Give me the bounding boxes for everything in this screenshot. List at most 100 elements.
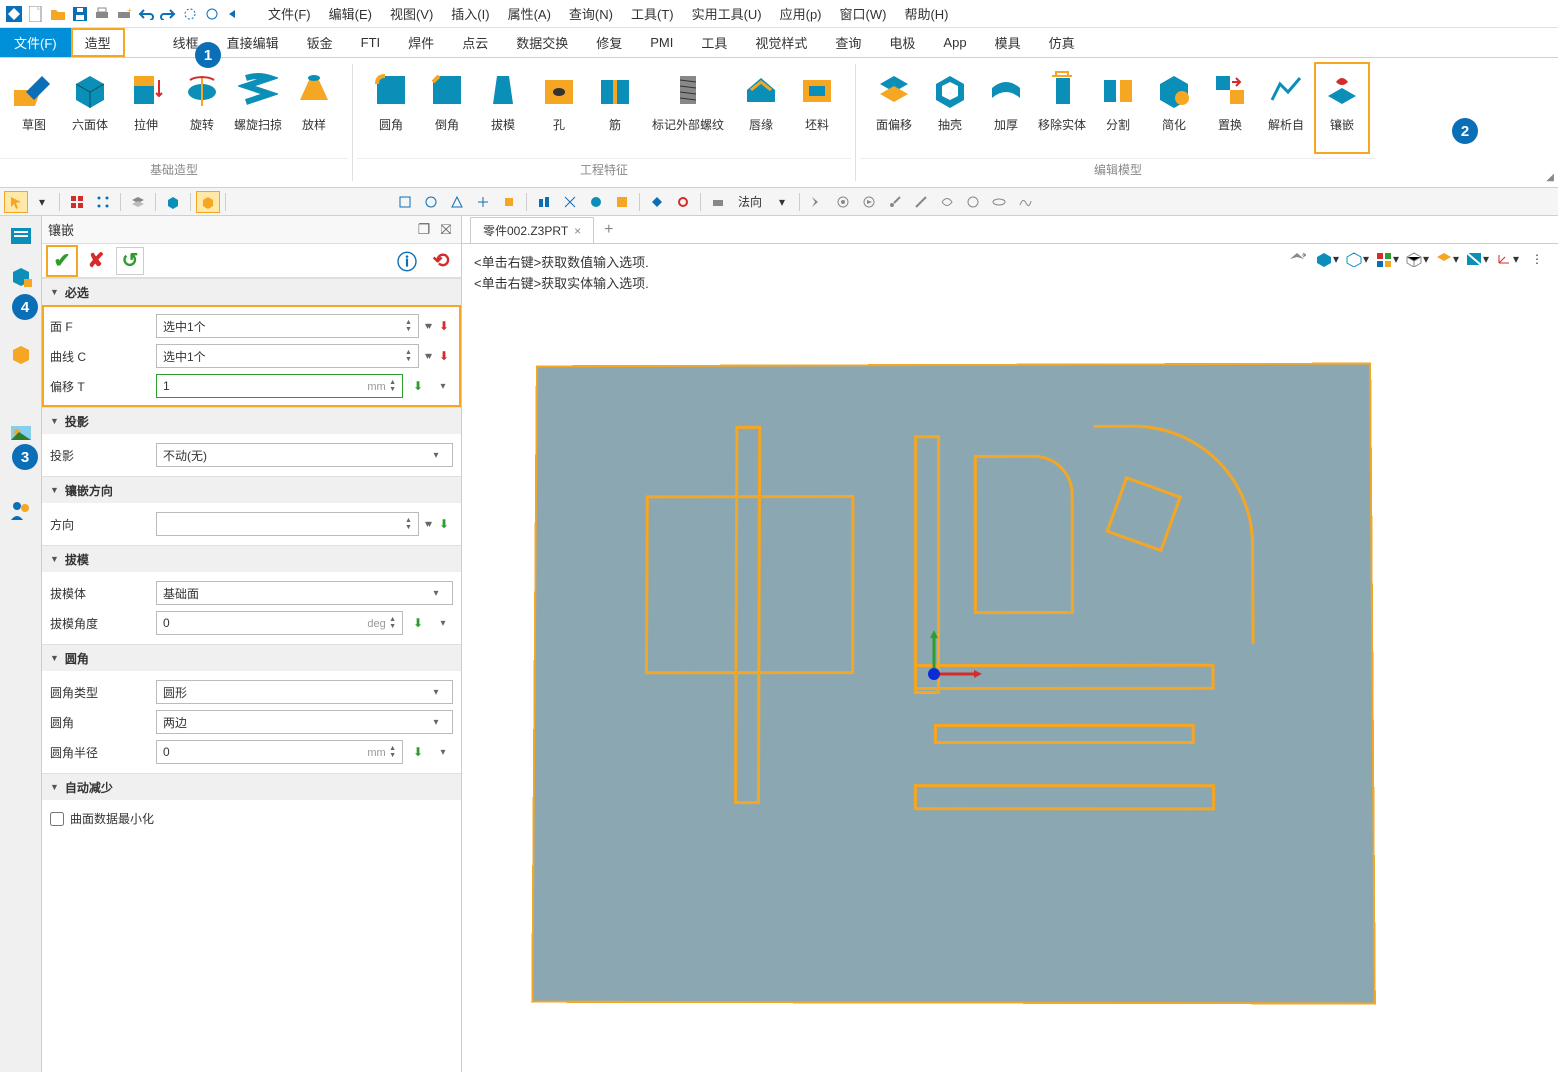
ribbon-tab-data[interactable]: 数据交换 [502,28,582,57]
ribbon-tab-appstore[interactable]: App [929,28,980,57]
btn-helix[interactable]: 螺旋扫掠 [230,62,286,154]
ribbon-tab-pmi[interactable]: PMI [636,28,687,57]
qb-i4[interactable] [471,191,495,213]
vt-cs-icon[interactable]: ▾ [1494,248,1520,270]
vt-color-icon[interactable]: ▾ [1374,248,1400,270]
viewport-tab[interactable]: 零件002.Z3PRT × [470,217,594,243]
input-curve[interactable]: 选中1个▲▼ [156,344,419,368]
rail-users-icon[interactable] [5,494,37,526]
input-offset[interactable]: 1mm ▲▼ [156,374,403,398]
ribbon-tab-vis[interactable]: 视觉样式 [741,28,821,57]
qb-r6[interactable] [935,191,959,213]
btn-draft[interactable]: 拔模 [475,62,531,154]
input-filletside[interactable]: 两边▾ [156,710,453,734]
print-plus-icon[interactable]: + [114,4,134,24]
dash-circle-icon[interactable] [180,4,200,24]
offset-dd[interactable]: ▾ [433,381,453,392]
offset-pick-icon[interactable]: ⬇ [409,377,427,395]
viewport-canvas[interactable] [462,302,1558,1072]
section-hdr-draft[interactable]: 拔模 [42,546,461,572]
btn-fillet[interactable]: 圆角 [363,62,419,154]
qb-i7[interactable] [558,191,582,213]
input-draftbody[interactable]: 基础面▾ [156,581,453,605]
menu-help[interactable]: 帮助(H) [896,4,956,23]
vt-wire-icon[interactable]: ▾ [1344,248,1370,270]
qb-pointer-icon[interactable] [4,191,28,213]
cancel-button[interactable]: ✘ [82,247,110,275]
vt-home-icon[interactable] [1284,248,1310,270]
section-hdr-required[interactable]: 必选 [42,279,461,305]
qb-i9[interactable] [610,191,634,213]
rail-assembly-icon[interactable] [5,260,37,292]
open-icon[interactable] [48,4,68,24]
rail-history-icon[interactable] [5,220,37,252]
section-hdr-fillet[interactable]: 圆角 [42,645,461,671]
btn-sketch[interactable]: 草图 [6,62,62,154]
qb-i10[interactable] [645,191,669,213]
qb-gold-cube-icon[interactable] [196,191,220,213]
filletr-pick-icon[interactable]: ⬇ [409,743,427,761]
menu-edit[interactable]: 编辑(E) [321,4,380,23]
menu-file[interactable]: 文件(F) [260,4,319,23]
btn-hole[interactable]: 孔 [531,62,587,154]
new-icon[interactable] [26,4,46,24]
input-draftangle[interactable]: 0deg ▲▼ [156,611,403,635]
section-hdr-direction[interactable]: 镶嵌方向 [42,477,461,503]
btn-remove[interactable]: 移除实体 [1034,62,1090,154]
btn-faceoffset[interactable]: 面偏移 [866,62,922,154]
ribbon-tab-weld[interactable]: 焊件 [394,28,448,57]
btn-revolve[interactable]: 旋转 [174,62,230,154]
save-icon[interactable] [70,4,90,24]
face-dd[interactable]: ▾▾ [425,321,429,332]
qb-grid-icon[interactable] [65,191,89,213]
qb-i11[interactable] [671,191,695,213]
reset-icon[interactable]: ⟲ [427,247,455,275]
qb-r7[interactable] [961,191,985,213]
menu-app[interactable]: 应用(p) [772,4,830,23]
menu-view[interactable]: 视图(V) [382,4,441,23]
btn-loft[interactable]: 放样 [286,62,342,154]
btn-analyze[interactable]: 解析自 [1258,62,1314,154]
btn-rib[interactable]: 筋 [587,62,643,154]
viewport-tab-add[interactable]: + [594,217,623,243]
qb-r1[interactable] [805,191,829,213]
menu-tools[interactable]: 工具(T) [623,4,682,23]
draftangle-dd[interactable]: ▾ [433,618,453,629]
menu-util[interactable]: 实用工具(U) [684,4,770,23]
panel-restore-icon[interactable]: ❐ [415,221,433,239]
rail-scene-icon[interactable] [5,416,37,448]
section-hdr-auto[interactable]: 自动减少 [42,774,461,800]
btn-blank[interactable]: 坯料 [789,62,845,154]
qb-i3[interactable] [445,191,469,213]
ribbon-expand-icon[interactable]: ◢ [1546,172,1554,183]
vt-view-icon[interactable]: ▾ [1404,248,1430,270]
print-icon[interactable] [92,4,112,24]
qb-i12[interactable] [706,191,730,213]
curve-pick-icon[interactable]: ⬇ [435,347,453,365]
qb-r9[interactable] [1013,191,1037,213]
ok-button[interactable]: ✔ [48,247,76,275]
qb-dots-icon[interactable] [91,191,115,213]
circle-icon[interactable] [202,4,222,24]
redo-icon[interactable] [158,4,178,24]
btn-extrude[interactable]: 拉伸 [118,62,174,154]
ribbon-tab-file[interactable]: 文件(F) [0,28,71,57]
qb-r4[interactable] [883,191,907,213]
btn-replace[interactable]: 置换 [1202,62,1258,154]
ribbon-tab-shape[interactable]: 造型 [71,28,125,57]
input-projection[interactable]: 不动(无)▾ [156,443,453,467]
apply-button[interactable]: ↺ [116,247,144,275]
direction-pick-icon[interactable]: ⬇ [435,515,453,533]
curve-dd[interactable]: ▾▾ [425,351,429,362]
filletr-dd[interactable]: ▾ [433,747,453,758]
section-hdr-projection[interactable]: 投影 [42,408,461,434]
menu-insert[interactable]: 插入(I) [443,4,497,23]
qb-normal-dd[interactable]: ▾ [770,191,794,213]
input-fillettype[interactable]: 圆形▾ [156,680,453,704]
direction-dd[interactable]: ▾▾ [425,519,429,530]
vt-section-icon[interactable]: ▾ [1464,248,1490,270]
draftangle-pick-icon[interactable]: ⬇ [409,614,427,632]
input-direction[interactable]: ▲▼ [156,512,419,536]
qb-i1[interactable] [393,191,417,213]
check-min-surface-box[interactable] [50,812,64,826]
